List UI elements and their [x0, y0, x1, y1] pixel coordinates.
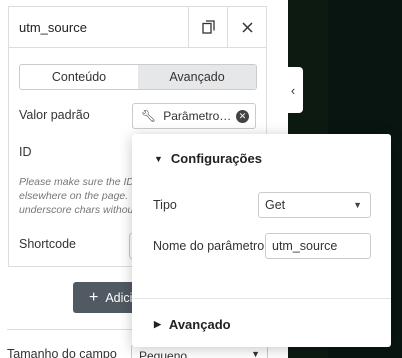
field-tabs: Conteúdo Avançado	[19, 64, 257, 90]
default-value-label: Valor padrão	[19, 108, 90, 122]
param-name-input[interactable]: utm_source	[265, 233, 371, 259]
settings-section-title: Configurações	[170, 151, 262, 166]
advanced-section-toggle[interactable]: ▶ Avançado	[154, 317, 231, 332]
settings-section-toggle[interactable]: ▼ Configurações	[154, 151, 262, 166]
close-icon	[241, 21, 253, 33]
wrench-icon: 🔧︎	[141, 109, 157, 123]
field-header: utm_source	[9, 7, 266, 48]
dynamic-tag-field[interactable]: 🔧︎ Parâmetro ... ✕	[132, 103, 256, 129]
type-select[interactable]: Get ▼	[258, 192, 371, 218]
caret-down-icon: ▼	[154, 153, 163, 164]
caret-down-icon: ▼	[251, 349, 260, 358]
field-size-label: Tamanho do campo	[7, 347, 117, 358]
duplicate-button[interactable]	[188, 7, 227, 47]
dynamic-tag-settings-popover: ▼ Configurações Tipo Get ▼ Nome do parâm…	[132, 134, 391, 347]
type-label: Tipo	[153, 198, 177, 212]
field-title[interactable]: utm_source	[9, 7, 188, 47]
field-size-value: Pequeno	[139, 349, 188, 358]
popover-divider	[132, 298, 391, 299]
chevron-left-icon: ‹	[290, 82, 296, 98]
remove-button[interactable]	[227, 7, 266, 47]
id-label: ID	[19, 145, 32, 159]
plus-icon: +	[89, 288, 99, 306]
caret-right-icon: ▶	[154, 319, 161, 329]
advanced-section-title: Avançado	[168, 317, 231, 332]
caret-down-icon: ▼	[353, 200, 362, 210]
tab-conteudo[interactable]: Conteúdo	[20, 65, 138, 89]
dynamic-tag-value: Parâmetro ...	[163, 109, 232, 123]
remove-tag-icon[interactable]: ✕	[236, 109, 249, 123]
copy-icon	[201, 20, 215, 34]
shortcode-label: Shortcode	[19, 237, 76, 251]
type-value: Get	[265, 198, 286, 212]
tab-avancado[interactable]: Avançado	[138, 65, 256, 89]
param-name-label: Nome do parâmetro	[153, 239, 265, 253]
